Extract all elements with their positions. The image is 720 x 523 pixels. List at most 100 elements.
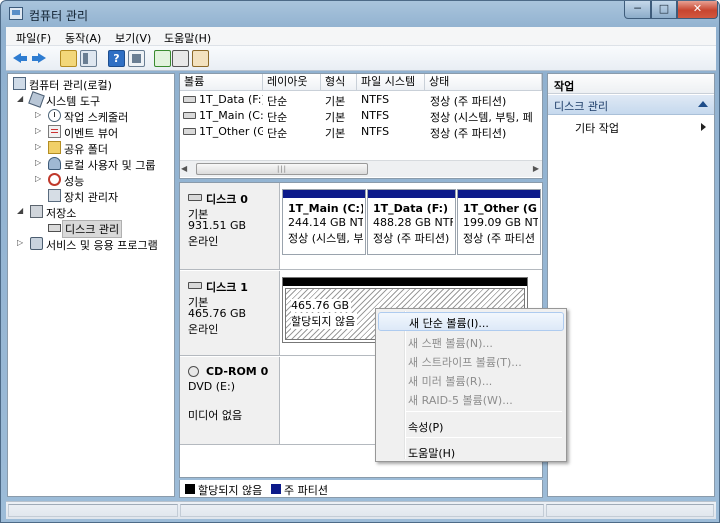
horizontal-scrollbar[interactable]: ◀ ||| ▶ — [180, 160, 542, 177]
table-row[interactable]: 1T_Main (C:) 단순 기본 NTFS 정상 (시스템, 부팅, 페 — [180, 108, 542, 124]
minimize-button[interactable]: ─ — [624, 1, 651, 19]
partition-name: 1T_Other (G:) — [463, 202, 538, 215]
window-title: 컴퓨터 관리 — [29, 9, 89, 23]
menu-separator — [406, 411, 562, 412]
forward-arrow-icon[interactable] — [30, 50, 47, 67]
event-log-icon — [48, 125, 61, 138]
menu-file[interactable]: 파일(F) — [16, 30, 51, 46]
expand-arrow-icon[interactable]: ▷ — [35, 158, 41, 167]
disk-label-disk0[interactable]: 디스크 0 기본 931.51 GB 온라인 — [180, 183, 280, 269]
up-folder-icon[interactable] — [60, 50, 77, 67]
computer-management-window: 컴퓨터 관리 ─ □ ✕ 파일(F) 동작(A) 보기(V) 도움말(H) ? … — [0, 0, 720, 523]
table-cell: 정상 (시스템, 부팅, 페 — [430, 111, 533, 124]
menu-help[interactable]: 도움말(H) — [164, 30, 211, 46]
title-bar[interactable]: 컴퓨터 관리 ─ □ ✕ — [1, 1, 719, 27]
scroll-thumb[interactable]: ||| — [196, 163, 368, 175]
column-header-layout[interactable]: 레이아웃 — [263, 74, 321, 91]
users-icon — [48, 157, 61, 170]
menu-separator — [406, 437, 562, 438]
expand-arrow-icon[interactable]: ▷ — [35, 126, 41, 135]
disk-size: 931.51 GB — [188, 219, 247, 232]
menu-item-new-mirrored-volume[interactable]: 새 미러 볼륨(R)... — [378, 370, 564, 389]
disk-status: 온라인 — [188, 235, 219, 248]
partition-c[interactable]: 1T_Main (C:) 244.14 GB NTF 정상 (시스템, 부 — [282, 189, 366, 255]
export-icon[interactable] — [192, 50, 209, 67]
tree-label: 서비스 및 응용 프로그램 — [46, 239, 158, 252]
console-tree: 컴퓨터 관리(로컬) ◢ 시스템 도구 ▷ 작업 스케줄러 ▷ 이벤트 뷰어 ▷… — [7, 73, 175, 497]
scroll-left-icon[interactable]: ◀ — [181, 164, 187, 173]
volume-list: 볼륨 레이아웃 형식 파일 시스템 상태 1T_Data (F:) 단순 기본 … — [179, 73, 543, 179]
partition-f[interactable]: 1T_Data (F:) 488.28 GB NTF 정상 (주 파티션) — [367, 189, 456, 255]
maximize-button[interactable]: □ — [651, 1, 677, 19]
properties-icon[interactable] — [172, 50, 189, 67]
close-button[interactable]: ✕ — [677, 1, 718, 19]
table-row[interactable]: 1T_Other (G:) 단순 기본 NTFS 정상 (주 파티션) — [180, 124, 542, 140]
collapse-up-icon[interactable] — [698, 101, 708, 107]
volume-icon — [183, 96, 196, 103]
unallocated-status: 할당되지 않음 — [291, 313, 358, 329]
menu-bar: 파일(F) 동작(A) 보기(V) 도움말(H) — [6, 27, 716, 46]
refresh-icon[interactable] — [154, 50, 171, 67]
legend-unallocated: 할당되지 않음 — [198, 484, 263, 497]
hard-disk-icon — [188, 194, 202, 201]
action-group-disk-management[interactable]: 디스크 관리 — [548, 95, 714, 115]
disk-status: 온라인 — [188, 323, 219, 336]
menu-action[interactable]: 동작(A) — [65, 30, 101, 46]
menu-item-new-raid5-volume[interactable]: 새 RAID-5 볼륨(W)... — [378, 389, 564, 408]
menu-item-new-simple-volume[interactable]: 새 단순 볼륨(I)... — [378, 312, 564, 331]
more-actions-item[interactable]: 기타 작업 — [548, 117, 714, 137]
tree-label: 시스템 도구 — [46, 95, 101, 108]
disk-label-cdrom[interactable]: CD-ROM 0 DVD (E:) 미디어 없음 — [180, 357, 280, 444]
collapse-arrow-icon[interactable]: ◢ — [17, 94, 23, 103]
tree-label: 로컬 사용자 및 그룹 — [64, 159, 156, 172]
partition-g[interactable]: 1T_Other (G:) 199.09 GB NTF 정상 (주 파티션 — [457, 189, 541, 255]
expand-arrow-icon[interactable]: ▷ — [17, 238, 23, 247]
services-icon — [30, 237, 43, 250]
performance-icon — [48, 173, 61, 186]
computer-icon — [13, 77, 26, 90]
status-bar — [6, 501, 716, 519]
disk-name: 디스크 0 — [206, 193, 248, 206]
column-header-volume[interactable]: 볼륨 — [180, 74, 263, 91]
table-cell: 기본 — [325, 127, 346, 140]
expand-arrow-icon[interactable]: ▷ — [35, 110, 41, 119]
table-cell: 1T_Data (F:) — [199, 93, 263, 106]
partition-size: 488.28 GB NTF — [373, 216, 453, 229]
unallocated-swatch — [185, 484, 195, 494]
table-cell: 정상 (주 파티션) — [430, 127, 507, 140]
submenu-arrow-icon — [701, 123, 706, 131]
volume-icon — [183, 128, 196, 135]
actions-pane: 작업 디스크 관리 기타 작업 — [547, 73, 715, 497]
show-hide-console-tree-icon[interactable] — [80, 50, 97, 67]
status-segment — [546, 504, 714, 517]
table-cell: 단순 — [267, 127, 288, 140]
actions-header: 작업 — [548, 74, 714, 94]
menu-item-help[interactable]: 도움말(H) — [378, 442, 564, 461]
scroll-right-icon[interactable]: ▶ — [533, 164, 539, 173]
menu-view[interactable]: 보기(V) — [115, 30, 151, 46]
menu-item-properties[interactable]: 속성(P) — [378, 416, 564, 435]
menu-item-new-striped-volume[interactable]: 새 스트라이프 볼륨(T)... — [378, 351, 564, 370]
column-header-type[interactable]: 형식 — [321, 74, 357, 91]
action-group-label: 디스크 관리 — [554, 100, 609, 113]
tree-label: 컴퓨터 관리(로컬) — [29, 79, 112, 92]
tools-icon — [28, 91, 45, 108]
storage-icon — [30, 205, 43, 218]
primary-partition-bar — [458, 190, 540, 198]
partition-size: 199.09 GB NTF — [463, 216, 538, 229]
table-cell: NTFS — [361, 125, 390, 138]
table-cell: 단순 — [267, 111, 288, 124]
menu-item-new-spanned-volume[interactable]: 새 스팬 볼륨(N)... — [378, 332, 564, 351]
help-icon[interactable]: ? — [108, 50, 125, 67]
show-hide-action-pane-icon[interactable] — [128, 50, 145, 67]
table-row[interactable]: 1T_Data (F:) 단순 기본 NTFS 정상 (주 파티션) — [180, 92, 542, 108]
tree-label: 이벤트 뷰어 — [64, 127, 119, 140]
column-header-status[interactable]: 상태 — [425, 74, 542, 91]
back-arrow-icon[interactable] — [12, 50, 29, 67]
disk-status: 미디어 없음 — [188, 409, 243, 422]
expand-arrow-icon[interactable]: ▷ — [35, 142, 41, 151]
column-header-filesystem[interactable]: 파일 시스템 — [357, 74, 425, 91]
disk-label-disk1[interactable]: 디스크 1 기본 465.76 GB 온라인 — [180, 271, 280, 355]
collapse-arrow-icon[interactable]: ◢ — [17, 206, 23, 215]
expand-arrow-icon[interactable]: ▷ — [35, 174, 41, 183]
